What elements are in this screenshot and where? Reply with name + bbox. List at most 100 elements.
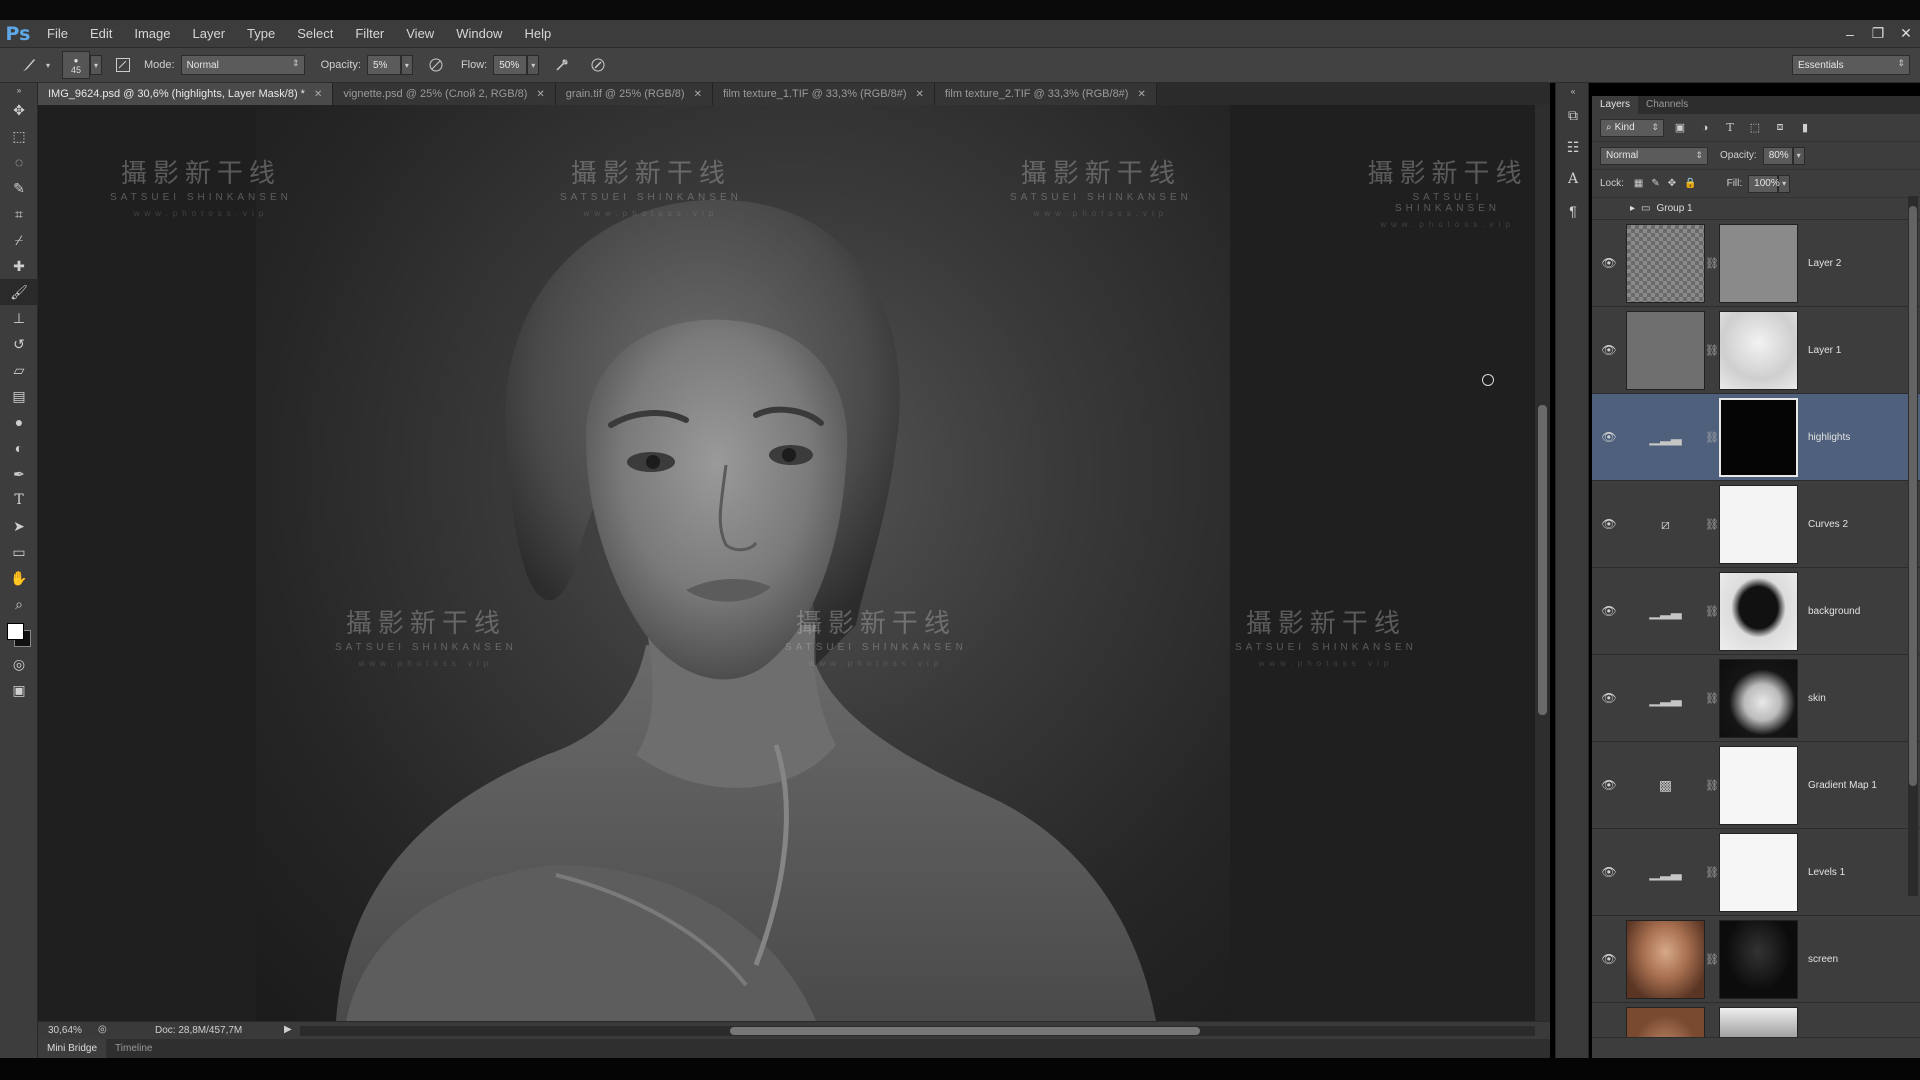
play-icon[interactable]: ▶	[284, 1024, 292, 1035]
layer-name[interactable]: screen	[1808, 954, 1838, 965]
curves-adjustment-icon[interactable]: ⧄	[1626, 485, 1705, 564]
opacity-dropdown[interactable]: ▾	[400, 55, 413, 75]
layer-row[interactable]	[1592, 1003, 1920, 1038]
zoom-tool-icon[interactable]: ⌕	[0, 591, 38, 617]
mask-link-icon[interactable]: ⛓	[1705, 344, 1719, 357]
tab-channels[interactable]: Channels	[1638, 96, 1696, 114]
path-select-tool-icon[interactable]: ➤	[0, 513, 38, 539]
menu-layer[interactable]: Layer	[182, 20, 237, 47]
close-icon[interactable]: ✕	[694, 89, 702, 100]
opacity-input[interactable]: 5%	[366, 55, 401, 75]
gradient-tool-icon[interactable]: ▤	[0, 383, 38, 409]
menu-edit[interactable]: Edit	[79, 20, 123, 47]
layer-mask-thumbnail[interactable]	[1719, 484, 1798, 564]
vertical-scrollbar[interactable]	[1535, 105, 1550, 1021]
crop-tool-icon[interactable]: ⌗	[0, 201, 38, 227]
layer-name[interactable]: Layer 1	[1808, 345, 1841, 356]
restore-button[interactable]: ❐	[1864, 20, 1892, 47]
visibility-eye-icon[interactable]: 👁	[1592, 343, 1626, 357]
menu-help[interactable]: Help	[513, 20, 562, 47]
tab-img-9624[interactable]: IMG_9624.psd @ 30,6% (highlights, Layer …	[38, 83, 334, 105]
layer-row[interactable]: 👁 ⛓ screen	[1592, 916, 1920, 1003]
shape-filter-icon[interactable]: ⬚	[1746, 119, 1764, 137]
lock-all-icon[interactable]: 🔒	[1684, 178, 1696, 189]
close-button[interactable]: ✕	[1892, 20, 1920, 47]
eyedropper-tool-icon[interactable]: ⌿	[0, 227, 38, 253]
lasso-tool-icon[interactable]: ◌	[0, 149, 38, 175]
adjustment-filter-icon[interactable]: ◑	[1696, 119, 1714, 137]
history-panel-icon[interactable]: ⧉	[1556, 99, 1590, 131]
mask-link-icon[interactable]: ⛓	[1705, 518, 1719, 531]
tool-preset-dropdown[interactable]: ▾	[42, 55, 54, 75]
visibility-eye-icon[interactable]: 👁	[1592, 778, 1626, 792]
layer-mask-thumbnail[interactable]	[1719, 571, 1798, 651]
close-icon[interactable]: ✕	[1137, 89, 1145, 100]
mask-link-icon[interactable]: ⛓	[1705, 431, 1719, 444]
menu-image[interactable]: Image	[123, 20, 181, 47]
foreground-color-swatch[interactable]	[7, 623, 24, 640]
tab-vignette[interactable]: vignette.psd @ 25% (Слой 2, RGB/8) ✕	[333, 83, 556, 105]
airbrush-icon[interactable]	[551, 54, 573, 76]
close-icon[interactable]: ✕	[314, 89, 322, 100]
healing-brush-tool-icon[interactable]: ✚	[0, 253, 38, 279]
flow-dropdown[interactable]: ▾	[527, 55, 540, 75]
levels-adjustment-icon[interactable]: ▁▂▃	[1626, 572, 1705, 651]
levels-adjustment-icon[interactable]: ▁▂▃	[1626, 833, 1705, 912]
layer-thumbnail[interactable]	[1626, 1007, 1705, 1037]
menu-type[interactable]: Type	[236, 20, 286, 47]
layer-name[interactable]: highlights	[1808, 432, 1850, 443]
layer-name[interactable]: Layer 2	[1808, 258, 1841, 269]
menu-file[interactable]: File	[36, 20, 79, 47]
history-brush-tool-icon[interactable]: ↺	[0, 331, 38, 357]
layer-mask-thumbnail[interactable]	[1719, 223, 1798, 303]
lock-transparent-icon[interactable]: ▦	[1634, 178, 1643, 189]
flow-input[interactable]: 50%	[493, 55, 528, 75]
fill-input[interactable]: 100%	[1748, 174, 1780, 193]
filter-toggle-icon[interactable]: ▮	[1796, 119, 1814, 137]
visibility-eye-icon[interactable]: 👁	[1592, 430, 1626, 444]
mask-link-icon[interactable]: ⛓	[1705, 953, 1719, 966]
type-filter-icon[interactable]: T	[1721, 119, 1739, 137]
layer-opacity-input[interactable]: 80%	[1762, 146, 1793, 165]
close-icon[interactable]: ✕	[536, 89, 544, 100]
quick-mask-icon[interactable]: ◎	[0, 651, 38, 677]
brush-panel-toggle-icon[interactable]	[112, 54, 134, 76]
layer-row[interactable]: 👁 ▁▂▃ ⛓ skin	[1592, 655, 1920, 742]
layer-mask-thumbnail[interactable]	[1719, 745, 1798, 825]
tab-layers[interactable]: Layers	[1592, 96, 1639, 114]
lock-pixels-icon[interactable]: ✎	[1651, 178, 1659, 189]
pressure-size-icon[interactable]	[587, 54, 609, 76]
layer-row[interactable]: 👁 ⧄ ⛓ Curves 2	[1592, 481, 1920, 568]
pressure-opacity-icon[interactable]	[425, 54, 447, 76]
visibility-eye-icon[interactable]: 👁	[1592, 517, 1626, 531]
brush-picker-dropdown[interactable]: ▾	[90, 55, 102, 75]
color-swatches[interactable]	[0, 617, 38, 651]
tab-mini-bridge[interactable]: Mini Bridge	[38, 1039, 107, 1058]
brush-tool-icon[interactable]: 🖌	[0, 279, 38, 305]
pixel-filter-icon[interactable]: ▣	[1671, 119, 1689, 137]
expand-arrow-icon[interactable]: ▸	[1630, 203, 1635, 214]
layer-name[interactable]: Curves 2	[1808, 519, 1848, 530]
tab-film-texture-1[interactable]: film texture_1.TIF @ 33,3% (RGB/8#) ✕	[712, 83, 935, 105]
levels-adjustment-icon[interactable]: ▁▂▃	[1626, 398, 1705, 477]
mask-link-icon[interactable]: ⛓	[1705, 257, 1719, 270]
collapse-panels-icon[interactable]: «	[1556, 83, 1590, 99]
layer-row[interactable]: 👁 ▁▂▃ ⛓ Levels 1	[1592, 829, 1920, 916]
lock-position-icon[interactable]: ✥	[1668, 178, 1676, 189]
zoom-level[interactable]: 30,64%	[48, 1025, 82, 1036]
layer-group-row[interactable]: ▸ ▭ Group 1	[1592, 198, 1920, 220]
status-info-icon[interactable]: ◎	[98, 1024, 107, 1035]
quick-select-tool-icon[interactable]: ✎	[0, 175, 38, 201]
layer-name[interactable]: skin	[1808, 693, 1826, 704]
character-panel-icon[interactable]: A	[1556, 163, 1590, 195]
visibility-eye-icon[interactable]: 👁	[1592, 604, 1626, 618]
tab-grain[interactable]: grain.tif @ 25% (RGB/8) ✕	[555, 83, 713, 105]
screen-mode-icon[interactable]: ▣	[0, 677, 38, 703]
menu-view[interactable]: View	[395, 20, 445, 47]
layer-name[interactable]: Levels 1	[1808, 867, 1845, 878]
marquee-tool-icon[interactable]: ⬚	[0, 123, 38, 149]
layer-thumbnail[interactable]	[1626, 919, 1705, 999]
gradient-map-adjustment-icon[interactable]: ▩	[1626, 746, 1705, 825]
layer-row[interactable]: 👁 ▁▂▃ ⛓ highlights	[1592, 394, 1920, 481]
layer-mask-thumbnail[interactable]	[1719, 919, 1798, 999]
